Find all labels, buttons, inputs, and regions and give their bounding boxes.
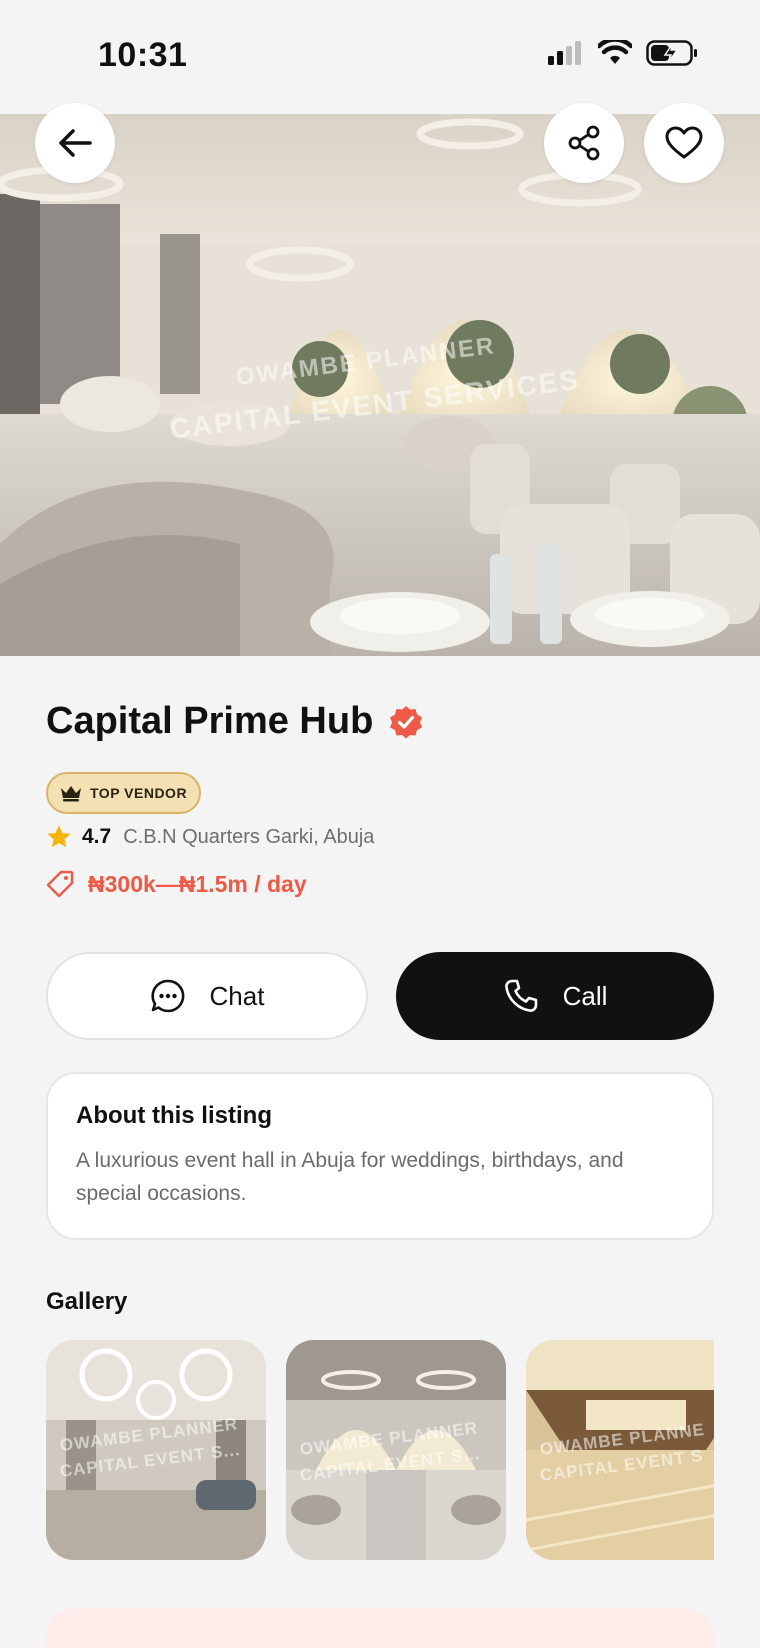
chat-bubble-icon <box>150 979 184 1013</box>
back-arrow-icon <box>59 129 92 157</box>
title-row: Capital Prime Hub <box>46 700 423 743</box>
gallery-title: Gallery <box>46 1288 128 1315</box>
about-title: About this listing <box>76 1102 272 1129</box>
verified-icon <box>390 705 423 738</box>
star-icon <box>47 825 71 848</box>
wifi-icon <box>598 40 632 64</box>
call-button[interactable]: Call <box>396 952 714 1040</box>
about-description: A luxurious event hall in Abuja for wedd… <box>76 1149 624 1205</box>
hero-image: OWAMBE PLANNER CAPITAL EVENT SERVICES <box>0 114 760 656</box>
status-time: 10:31 <box>98 36 188 74</box>
price-tag-icon <box>46 870 74 898</box>
gallery-item[interactable]: OWAMBE PLANNER CAPITAL EVENT S... <box>286 1340 506 1560</box>
listing-title: Capital Prime Hub <box>46 700 374 742</box>
gallery-item[interactable]: OWAMBE PLANNE CAPITAL EVENT S <box>526 1340 714 1560</box>
chat-button-label: Chat <box>209 980 265 1011</box>
signal-icon <box>548 41 581 65</box>
call-button-label: Call <box>562 980 608 1011</box>
gallery-strip[interactable]: OWAMBE PLANNER CAPITAL EVENT S... OWAMBE… <box>46 1340 714 1562</box>
heart-icon <box>665 126 703 159</box>
share-button[interactable] <box>544 103 624 183</box>
top-vendor-badge: TOP VENDOR <box>46 772 202 814</box>
badge-label: TOP VENDOR <box>90 785 188 801</box>
hall-photo <box>0 114 760 656</box>
bottom-card <box>46 1608 714 1648</box>
status-icons <box>548 40 698 66</box>
rating-row: 4.7 C.B.N Quarters Garki, Abuja <box>46 822 374 852</box>
status-bar: 10:31 <box>0 0 760 114</box>
phone-icon <box>504 979 537 1012</box>
location-text: C.B.N Quarters Garki, Abuja <box>123 825 375 848</box>
rating-value: 4.7 <box>82 825 112 848</box>
price-range: ₦300k—₦1.5m / day <box>88 870 307 897</box>
gallery-item[interactable]: OWAMBE PLANNER CAPITAL EVENT S... <box>46 1340 266 1560</box>
favorite-button[interactable] <box>644 103 724 183</box>
battery-icon <box>646 40 697 66</box>
share-icon <box>568 125 600 161</box>
about-card: About this listing A luxurious event hal… <box>46 1072 714 1240</box>
chat-button[interactable]: Chat <box>46 952 368 1040</box>
back-button[interactable] <box>35 103 115 183</box>
crown-icon <box>61 786 81 802</box>
price-row: ₦300k—₦1.5m / day <box>46 868 307 900</box>
